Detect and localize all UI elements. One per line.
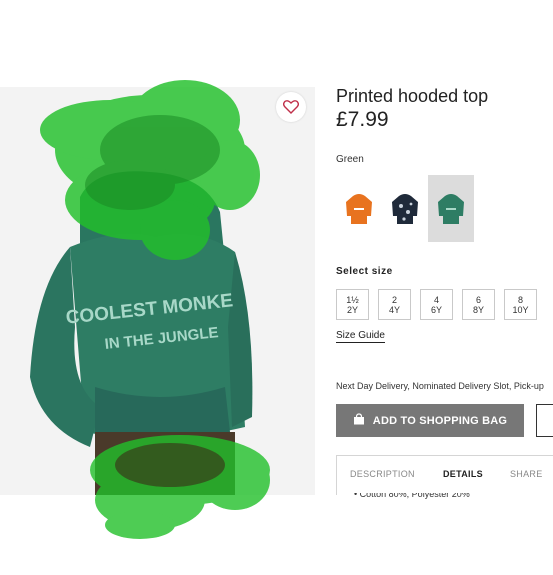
size-bottom: 4Y xyxy=(388,304,400,315)
add-to-bag-button[interactable]: ADD TO SHOPPING BAG xyxy=(336,404,524,437)
size-option[interactable]: 6 8Y xyxy=(462,289,495,320)
secondary-favourite-button[interactable] xyxy=(536,404,553,437)
size-bottom: 10Y xyxy=(512,304,529,315)
size-top: 4 xyxy=(433,294,439,305)
tab-share[interactable]: SHARE xyxy=(510,469,543,479)
size-top: 2 xyxy=(391,294,397,305)
navy-hoodie-thumbnail xyxy=(392,193,418,224)
favourite-button[interactable] xyxy=(276,92,306,122)
swatch-navy[interactable] xyxy=(382,175,428,242)
size-option[interactable]: 2 4Y xyxy=(378,289,411,320)
size-bottom: 6Y xyxy=(430,304,442,315)
hoodie-illustration: COOLEST MONKE IN THE JUNGLE xyxy=(0,87,315,495)
size-top: 6 xyxy=(475,294,481,305)
add-to-bag-label: ADD TO SHOPPING BAG xyxy=(372,414,508,427)
size-bottom: 2Y xyxy=(346,304,358,315)
swatch-green[interactable] xyxy=(428,175,474,242)
product-info-tabs: DESCRIPTION DETAILS SHARE xyxy=(336,455,553,495)
bag-icon xyxy=(353,413,365,428)
green-hoodie-thumbnail xyxy=(438,193,464,224)
tab-details[interactable]: DETAILS xyxy=(443,469,483,479)
size-option[interactable]: 4 6Y xyxy=(420,289,453,320)
size-top: 8 xyxy=(517,294,523,305)
product-image: COOLEST MONKE IN THE JUNGLE xyxy=(0,87,315,495)
size-bottom: 8Y xyxy=(472,304,484,315)
heart-icon xyxy=(283,100,299,114)
selected-colour-name: Green xyxy=(336,154,364,165)
size-guide-link[interactable]: Size Guide xyxy=(336,330,385,343)
swatch-orange[interactable] xyxy=(336,175,382,242)
size-option[interactable]: 1½ 2Y xyxy=(336,289,369,320)
tab-description[interactable]: DESCRIPTION xyxy=(350,469,415,479)
product-price: £7.99 xyxy=(336,108,389,131)
delivery-info: Next Day Delivery, Nominated Delivery Sl… xyxy=(336,381,544,391)
size-top: 1½ xyxy=(346,294,359,305)
product-title: Printed hooded top xyxy=(336,86,489,106)
orange-hoodie-thumbnail xyxy=(346,193,372,224)
size-option[interactable]: 8 10Y xyxy=(504,289,537,320)
select-size-label: Select size xyxy=(336,266,393,277)
